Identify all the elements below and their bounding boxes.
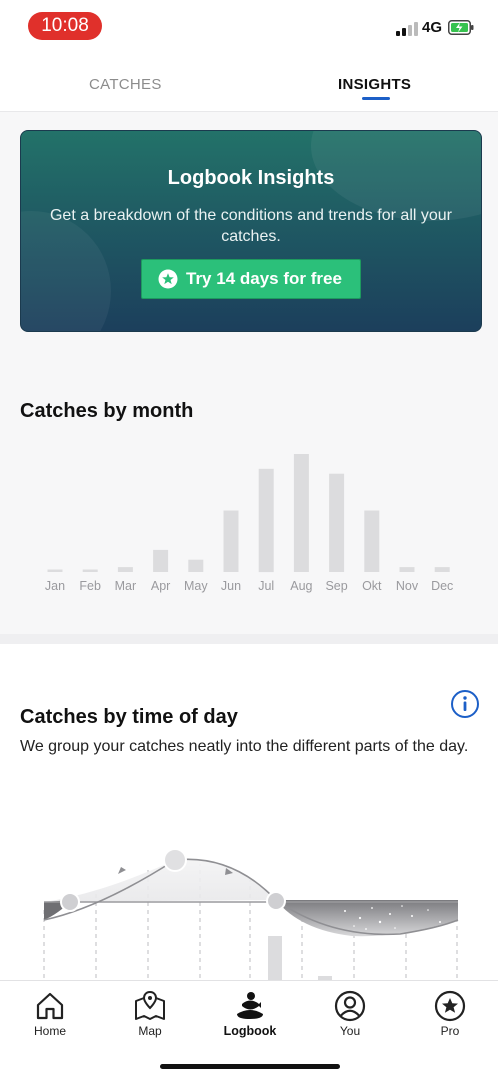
month-label-mar: Mar	[115, 579, 137, 593]
active-tab-indicator	[362, 97, 390, 100]
info-circle-icon[interactable]	[450, 689, 480, 719]
month-bar-may	[188, 559, 204, 572]
free-trial-label: Try 14 days for free	[186, 269, 342, 288]
time-of-day-section: Catches by time of day We group your cat…	[0, 644, 498, 980]
month-label-dec: Dec	[431, 579, 453, 593]
fish-catch-icon	[237, 992, 263, 1019]
month-label-jan: Jan	[45, 579, 65, 593]
nav-pro-label: Pro	[440, 1024, 460, 1038]
month-label-aug: Aug	[290, 579, 312, 593]
status-bar: 10:08 4G	[0, 0, 498, 56]
signal-icon	[396, 22, 418, 36]
month-label-jun: Jun	[221, 579, 241, 593]
month-bar-apr	[153, 549, 169, 572]
month-label-nov: Nov	[396, 579, 419, 593]
time-of-day-chart	[43, 848, 459, 980]
network-label: 4G	[422, 19, 443, 36]
nav-you-label: You	[339, 1024, 361, 1038]
section-divider	[0, 634, 498, 644]
nav-home-label: Home	[33, 1024, 66, 1038]
tab-insights[interactable]: INSIGHTS	[338, 76, 411, 93]
nav-logbook[interactable]: Logbook	[200, 981, 300, 1051]
nav-map[interactable]: Map	[100, 981, 200, 1051]
insights-promo-card: Logbook Insights Get a breakdown of the …	[20, 130, 482, 332]
month-bar-jul	[258, 468, 274, 573]
segmented-tabs: CATCHES INSIGHTS	[0, 56, 498, 112]
insights-content[interactable]: Logbook Insights Get a breakdown of the …	[0, 112, 498, 980]
free-trial-button[interactable]: Try 14 days for free	[141, 259, 361, 299]
month-bar-okt	[364, 510, 380, 572]
promo-title: Logbook Insights	[167, 167, 335, 189]
catches-by-month-title: Catches by month	[20, 400, 194, 422]
month-label-okt: Okt	[362, 579, 382, 593]
month-bar-nov	[399, 567, 415, 572]
catches-by-time-title: Catches by time of day	[20, 706, 238, 728]
month-label-jul: Jul	[258, 579, 274, 593]
month-label-feb: Feb	[79, 579, 101, 593]
star-badge-icon	[434, 990, 466, 1022]
month-label-sep: Sep	[325, 579, 347, 593]
month-bar-dec	[434, 567, 450, 572]
month-label-may: May	[184, 579, 208, 593]
catches-by-month-chart: Jan Feb Mar Apr May Jun Jul Aug Sep Okt Nov Dec	[45, 454, 453, 593]
map-pin-icon	[135, 990, 165, 1020]
time-of-day-description: We group your catches neatly into the di…	[20, 738, 469, 755]
status-time: 10:08	[28, 12, 102, 40]
user-icon	[334, 990, 366, 1022]
month-bar-mar	[117, 567, 133, 572]
nav-logbook-label: Logbook	[223, 1024, 277, 1038]
star-badge-icon	[158, 269, 178, 289]
promo-description: Get a breakdown of the conditions and tr…	[49, 207, 452, 245]
month-bar-jun	[223, 510, 239, 572]
home-icon	[36, 992, 64, 1020]
nav-map-label: Map	[138, 1024, 162, 1038]
month-bar-aug	[293, 454, 309, 572]
nav-pro[interactable]: Pro	[400, 981, 498, 1051]
tab-catches[interactable]: CATCHES	[89, 76, 162, 93]
month-bar-jan	[47, 569, 63, 572]
nav-you[interactable]: You	[300, 981, 400, 1051]
month-bar-sep	[329, 473, 345, 572]
home-indicator	[160, 1064, 340, 1069]
battery-icon	[448, 20, 474, 35]
nav-home[interactable]: Home	[0, 981, 100, 1051]
month-label-apr: Apr	[151, 579, 170, 593]
month-bar-feb	[82, 569, 98, 572]
